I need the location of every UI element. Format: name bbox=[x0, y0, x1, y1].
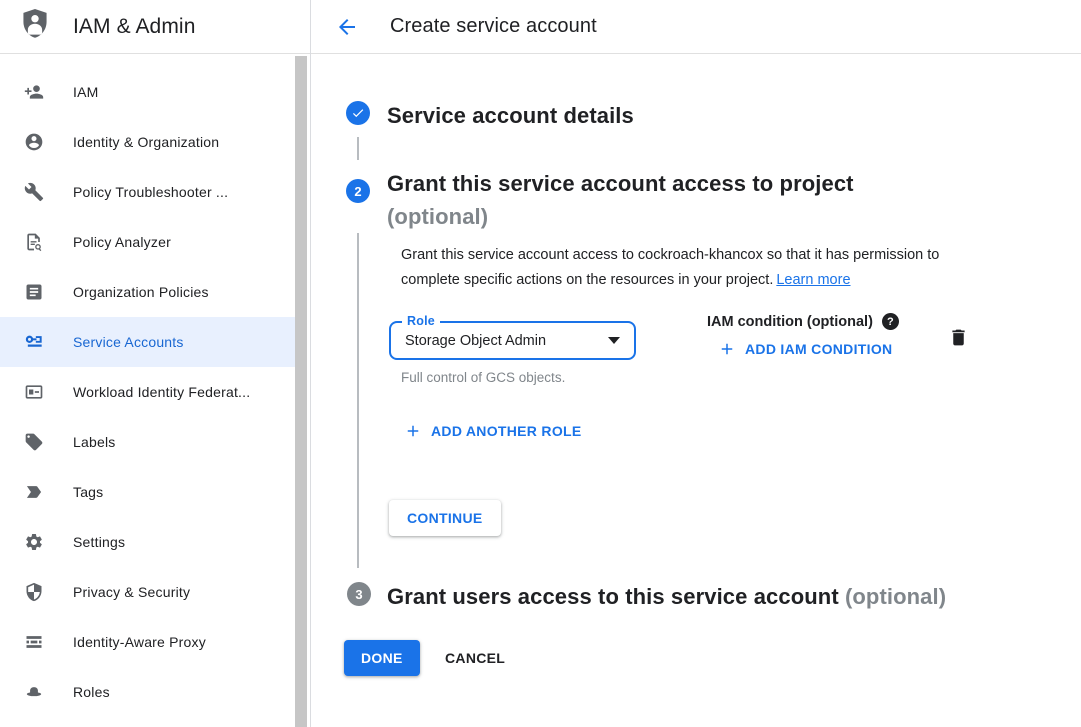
person-add-icon bbox=[24, 82, 44, 102]
role-field-label: Role bbox=[402, 314, 440, 328]
done-button[interactable]: DONE bbox=[344, 640, 420, 676]
sidebar-item-settings[interactable]: Settings bbox=[0, 517, 295, 567]
sidebar-item-identity-organization[interactable]: Identity & Organization bbox=[0, 117, 295, 167]
sidebar-item-identity-aware-proxy[interactable]: Identity-Aware Proxy bbox=[0, 617, 295, 667]
brand-header: IAM & Admin bbox=[0, 0, 310, 54]
left-column: IAM & Admin IAM Identity & Organization … bbox=[0, 0, 311, 727]
role-select[interactable]: Role Storage Object Admin bbox=[389, 321, 636, 360]
label-tag-icon bbox=[24, 432, 44, 452]
step1-title: Service account details bbox=[387, 99, 634, 132]
sidebar: IAM Identity & Organization Policy Troub… bbox=[0, 54, 310, 727]
sidebar-item-service-accounts[interactable]: Service Accounts bbox=[0, 317, 295, 367]
add-iam-condition-button[interactable]: ADD IAM CONDITION bbox=[718, 340, 892, 358]
plus-icon bbox=[404, 422, 422, 440]
step2-optional-text: (optional) bbox=[387, 200, 854, 233]
step2-number-badge: 2 bbox=[346, 179, 370, 203]
step2-title-text: Grant this service account access to pro… bbox=[387, 167, 854, 200]
shield-person-logo-icon bbox=[20, 8, 50, 45]
iam-condition-label: IAM condition (optional) bbox=[707, 314, 873, 330]
tag-arrow-icon bbox=[24, 482, 44, 502]
roles-hat-icon bbox=[24, 682, 44, 702]
step1-done-check-icon bbox=[346, 101, 370, 125]
sidebar-item-iam[interactable]: IAM bbox=[0, 67, 295, 117]
gear-icon bbox=[24, 532, 44, 552]
sidebar-item-labels[interactable]: Labels bbox=[0, 417, 295, 467]
step2-description: Grant this service account access to coc… bbox=[401, 243, 987, 293]
step2-title: Grant this service account access to pro… bbox=[387, 167, 854, 233]
wrench-icon bbox=[24, 182, 44, 202]
delete-role-trash-icon[interactable] bbox=[948, 327, 969, 348]
step3-optional-text: (optional) bbox=[845, 584, 946, 609]
sidebar-item-policy-troubleshooter[interactable]: Policy Troubleshooter ... bbox=[0, 167, 295, 217]
step3-number-badge: 3 bbox=[347, 582, 371, 606]
account-circle-icon bbox=[24, 132, 44, 152]
page-header: Create service account bbox=[311, 0, 1081, 54]
role-helper-text: Full control of GCS objects. bbox=[401, 370, 565, 385]
help-icon[interactable]: ? bbox=[882, 313, 899, 330]
app-window: IAM & Admin IAM Identity & Organization … bbox=[0, 0, 1081, 727]
sidebar-scrollbar[interactable] bbox=[295, 56, 307, 727]
sidebar-item-workload-identity-federat[interactable]: Workload Identity Federat... bbox=[0, 367, 295, 417]
step-connector bbox=[357, 233, 359, 568]
add-another-role-button[interactable]: ADD ANOTHER ROLE bbox=[404, 422, 582, 440]
proxy-strip-icon bbox=[24, 632, 44, 652]
step3-title: Grant users access to this service accou… bbox=[387, 580, 946, 613]
sidebar-item-privacy-security[interactable]: Privacy & Security bbox=[0, 567, 295, 617]
step-connector bbox=[357, 137, 359, 160]
iam-condition-header: IAM condition (optional) ? bbox=[707, 313, 899, 330]
create-service-account-form: Service account details 2 Grant this ser… bbox=[311, 54, 1081, 727]
dropdown-caret-icon bbox=[608, 337, 620, 344]
main-column: Create service account Service account d… bbox=[311, 0, 1081, 727]
cancel-button[interactable]: CANCEL bbox=[431, 640, 519, 676]
document-lines-icon bbox=[24, 282, 44, 302]
sidebar-item-tags[interactable]: Tags bbox=[0, 467, 295, 517]
sidebar-item-organization-policies[interactable]: Organization Policies bbox=[0, 267, 295, 317]
service-account-key-icon bbox=[24, 332, 44, 352]
learn-more-link[interactable]: Learn more bbox=[776, 272, 850, 288]
sidebar-item-policy-analyzer[interactable]: Policy Analyzer bbox=[0, 217, 295, 267]
plus-icon bbox=[718, 340, 736, 358]
product-title: IAM & Admin bbox=[73, 15, 195, 39]
role-selected-value: Storage Object Admin bbox=[405, 333, 600, 349]
shield-half-icon bbox=[24, 582, 44, 602]
step3-title-text: Grant users access to this service accou… bbox=[387, 584, 839, 609]
sidebar-nav: IAM Identity & Organization Policy Troub… bbox=[0, 54, 310, 717]
policy-analyzer-icon bbox=[24, 232, 44, 252]
back-arrow-icon[interactable] bbox=[335, 15, 359, 39]
continue-button[interactable]: CONTINUE bbox=[389, 500, 501, 536]
page-title: Create service account bbox=[390, 15, 597, 38]
sidebar-item-roles[interactable]: Roles bbox=[0, 667, 295, 717]
badge-card-icon bbox=[24, 382, 44, 402]
